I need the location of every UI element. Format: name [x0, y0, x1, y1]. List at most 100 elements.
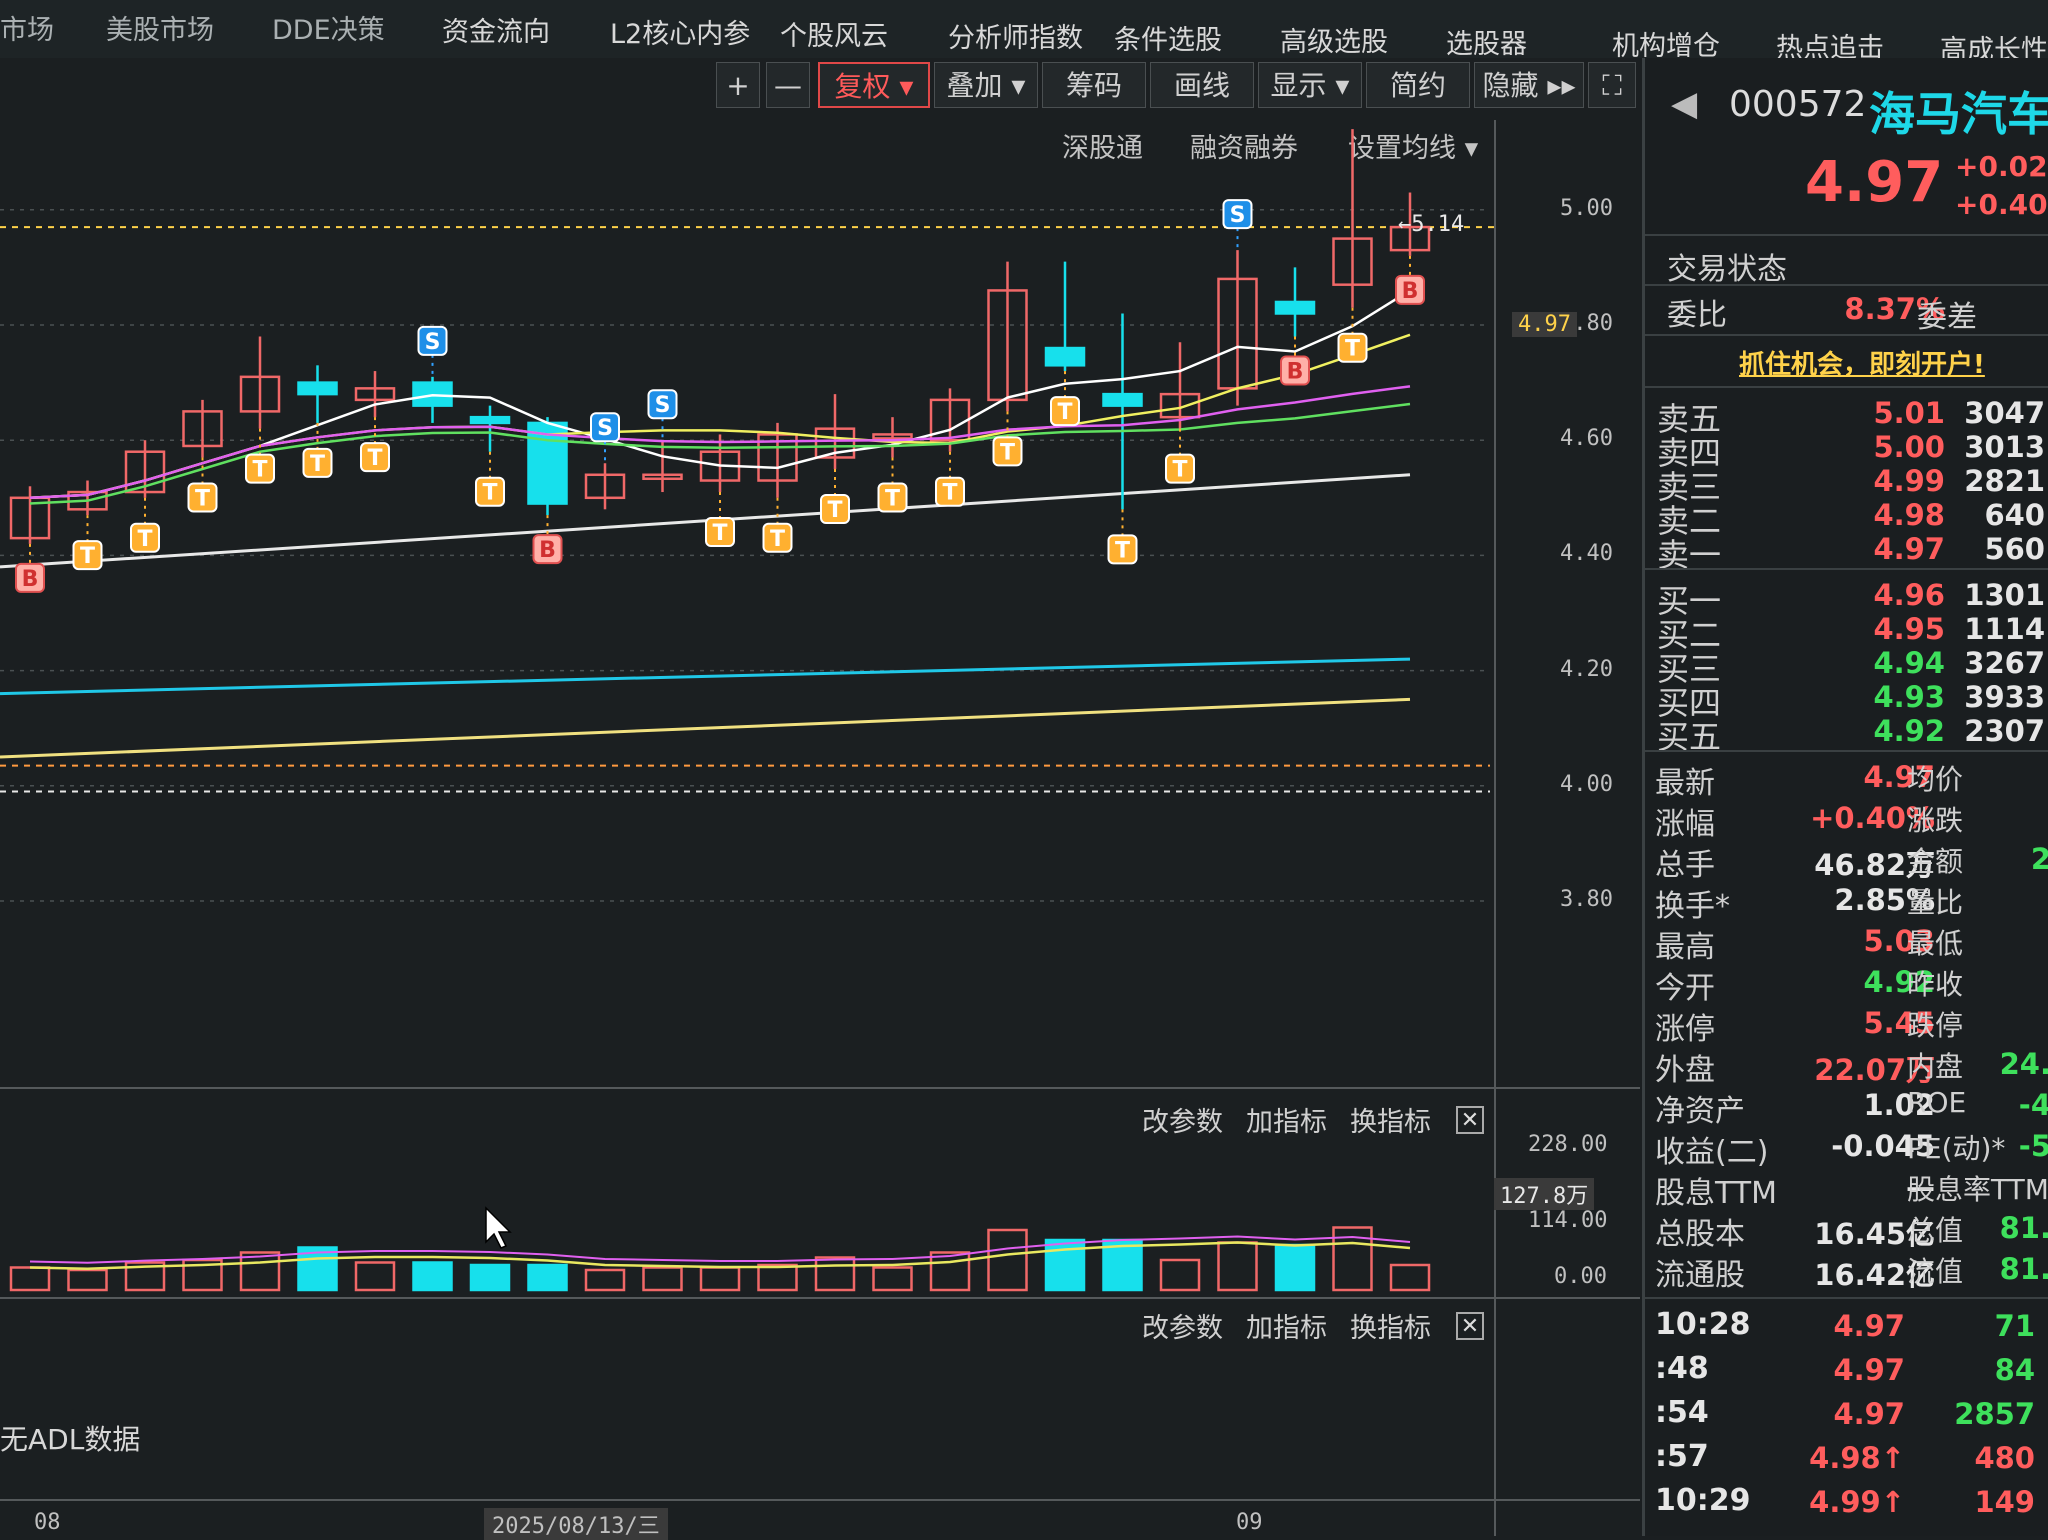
signal-text: T — [137, 527, 152, 552]
volume-bar — [527, 1263, 568, 1292]
signal-text: T — [827, 498, 842, 523]
stock-code: 000572 — [1729, 84, 1867, 125]
price-axis-tick: 4.40 — [1560, 541, 1613, 567]
price-axis-tick: 3.80 — [1560, 887, 1613, 912]
adl-switch-indicator[interactable]: 换指标 — [1350, 1306, 1431, 1345]
volume-ma5 — [29, 1241, 1411, 1271]
stat-label-2: 均价 — [1907, 763, 1964, 796]
weicha-label: 委差 — [1917, 300, 1977, 335]
stat-label: 涨停 — [1655, 1012, 1715, 1047]
tick-price: 4.97 — [1833, 1309, 1905, 1343]
volume-bar — [9, 1266, 51, 1292]
signal-text: T — [1057, 400, 1072, 425]
tick-time: 10:29 — [1655, 1483, 1751, 1518]
ask-volume: 640 — [1984, 498, 2045, 532]
x-label-09: 09 — [1236, 1510, 1263, 1535]
candle-body — [297, 381, 338, 396]
signal-text: B — [1287, 360, 1304, 385]
weibi-label: 委比 — [1667, 298, 1727, 333]
tick-volume: 480 — [1974, 1441, 2035, 1475]
adl-close-icon[interactable]: ✕ — [1456, 1312, 1484, 1340]
tick-price: 4.99↑ — [1809, 1485, 1905, 1519]
signal-text: T — [885, 486, 900, 511]
ma5-line — [29, 289, 1411, 500]
volume-bar — [1274, 1243, 1316, 1292]
stat-label-2: ROE — [1907, 1086, 1967, 1119]
bid-volume: 1301 — [1964, 578, 2045, 612]
stat-label-2: 量比 — [1907, 886, 1964, 919]
volume-switch-indicator[interactable]: 换指标 — [1350, 1100, 1431, 1139]
tick-time: :57 — [1655, 1439, 1709, 1474]
bid-price: 4.94 — [1873, 646, 1945, 680]
back-arrow-icon[interactable]: ◀ — [1671, 84, 1697, 124]
ma250-line — [0, 697, 1411, 759]
volume-bar — [987, 1228, 1028, 1292]
signal-text: B — [1402, 279, 1419, 304]
stat-value: — — [1906, 1170, 1935, 1204]
signal-text: B — [539, 538, 556, 563]
volume-bar — [354, 1261, 396, 1292]
bid-price: 4.95 — [1873, 612, 1945, 646]
signal-text: T — [942, 481, 957, 506]
volume-bar — [757, 1263, 798, 1292]
signal-text: T — [482, 481, 497, 506]
candle-body — [469, 415, 511, 425]
bid-volume: 3267 — [1964, 646, 2045, 680]
stock-change: +0.02 — [1955, 150, 2048, 183]
volume-close-icon[interactable]: ✕ — [1456, 1106, 1484, 1134]
signal-text: T — [1345, 337, 1360, 362]
trade-status-label: 交易状态 — [1667, 252, 1787, 287]
stock-price: 4.97 — [1805, 150, 1944, 215]
stat-value-2: 24. — [1999, 1047, 2048, 1081]
signal-text: T — [770, 527, 785, 552]
volume-change-params[interactable]: 改参数 — [1142, 1100, 1223, 1139]
ask-volume: 3013 — [1964, 430, 2045, 464]
candle-body — [1044, 346, 1086, 367]
adl-change-params[interactable]: 改参数 — [1142, 1306, 1223, 1345]
adl-add-indicator[interactable]: 加指标 — [1246, 1306, 1327, 1345]
bid-price: 4.93 — [1873, 680, 1945, 714]
ask-price: 4.99 — [1873, 464, 1945, 498]
volume-axis-zero: 0.00 — [1554, 1264, 1607, 1289]
tick-volume: 149 — [1974, 1485, 2035, 1519]
volume-bar — [642, 1266, 683, 1292]
volume-bar — [872, 1266, 913, 1292]
signal-text: T — [1172, 458, 1187, 483]
signal-text: T — [712, 521, 727, 546]
bid-volume: 3933 — [1964, 680, 2045, 714]
x-label-08: 08 — [34, 1510, 61, 1535]
stat-value-2: -4 — [2018, 1088, 2048, 1122]
signal-text: T — [195, 486, 210, 511]
candle-body — [1274, 300, 1316, 315]
ask-price: 4.97 — [1873, 532, 1945, 566]
stat-label-2: 跌停 — [1907, 1009, 1964, 1042]
signal-text: S — [597, 416, 613, 441]
quote-panel: ◀ 000572 海马汽车 4.97 +0.02 +0.40% 交易状态 委比 … — [1642, 58, 2048, 1536]
stat-value: 4.97 — [1863, 760, 1935, 794]
ask-volume: 2821 — [1964, 464, 2045, 498]
tick-price: 4.97 — [1833, 1397, 1905, 1431]
stat-value: -0.045 — [1831, 1129, 1935, 1163]
bid-volume: 1114 — [1964, 612, 2045, 646]
stat-label: 总股本 — [1655, 1217, 1745, 1252]
tick-time: 10:28 — [1655, 1307, 1751, 1342]
adl-no-data: 无ADL数据 — [0, 1423, 141, 1456]
bid-price: 4.96 — [1873, 578, 1945, 612]
stat-value-2: -5 — [2018, 1129, 2048, 1163]
stat-label-2: 涨跌 — [1907, 804, 1964, 837]
price-axis-tick: 5.00 — [1560, 195, 1613, 221]
stat-label-2: 昨收 — [1907, 968, 1964, 1001]
signal-text: T — [310, 452, 325, 477]
stat-value: 5.03 — [1863, 924, 1935, 958]
stat-label-2: 内盘 — [1907, 1050, 1964, 1083]
current-price-tag: 4.97 — [1512, 312, 1577, 337]
volume-ma10 — [29, 1235, 1411, 1264]
tick-price: 4.97 — [1833, 1353, 1905, 1387]
stat-label-2: 最低 — [1907, 927, 1964, 960]
signal-text: S — [425, 330, 441, 355]
volume-add-indicator[interactable]: 加指标 — [1246, 1100, 1327, 1139]
volume-current-tag: 127.8万 — [1494, 1178, 1595, 1210]
stat-value: 16.45亿 — [1814, 1217, 1935, 1251]
open-account-link[interactable]: 抓住机会，即刻开户! — [1739, 344, 1985, 381]
tick-time: :48 — [1655, 1351, 1709, 1386]
